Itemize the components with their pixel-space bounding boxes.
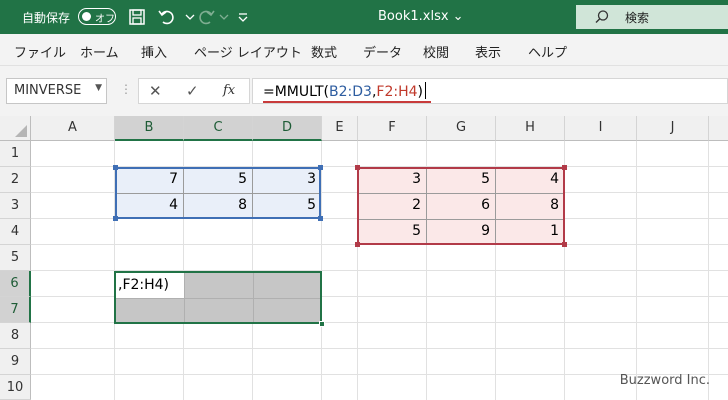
- save-icon[interactable]: [127, 7, 147, 27]
- row-header-7[interactable]: 7: [0, 297, 31, 323]
- worksheet-grid[interactable]: A B C D E F G H I J 1 2 3 4 5 6 7 8 9 10…: [0, 116, 728, 400]
- cell-g4[interactable]: 9: [427, 219, 496, 244]
- row-header-6[interactable]: 6: [0, 271, 31, 297]
- file-name[interactable]: Book1.xlsx ⌄: [378, 9, 464, 24]
- tab-view[interactable]: 表示: [475, 42, 501, 61]
- tab-file[interactable]: ファイル: [14, 42, 66, 61]
- col-header-d[interactable]: D: [253, 116, 322, 141]
- customize-toolbar-icon[interactable]: [233, 7, 253, 27]
- tab-data[interactable]: データ: [363, 42, 402, 61]
- gridline: [31, 348, 728, 349]
- formula-bar: MINVERSE ▼ ⋮ ✕ ✓ fx =MMULT(B2:D3,F2:H4): [0, 66, 728, 116]
- range-handle[interactable]: [562, 165, 567, 170]
- formula-ref-blue: B2:D3: [329, 84, 372, 100]
- row-header-10[interactable]: 10: [0, 375, 31, 400]
- cell-c3[interactable]: 8: [184, 193, 253, 218]
- formula-underline: [263, 101, 431, 103]
- select-all-icon: [15, 125, 27, 137]
- cell-h2[interactable]: 4: [496, 167, 565, 192]
- search-icon: [595, 10, 609, 24]
- file-name-arrow: ⌄: [452, 9, 464, 24]
- tab-review[interactable]: 校閲: [423, 42, 449, 61]
- enter-icon[interactable]: ✓: [186, 82, 199, 100]
- name-box-value: MINVERSE: [14, 83, 82, 98]
- cell-h4[interactable]: 1: [496, 219, 565, 244]
- formula-buttons: ✕ ✓ fx: [138, 78, 250, 104]
- row-header-3[interactable]: 3: [0, 193, 31, 219]
- col-header-f[interactable]: F: [358, 116, 427, 141]
- cell-f4[interactable]: 5: [358, 219, 427, 244]
- tab-insert[interactable]: 挿入: [141, 42, 167, 61]
- tab-formulas[interactable]: 数式: [311, 42, 337, 61]
- autosave-toggle[interactable]: オフ: [78, 8, 116, 25]
- search-label: 検索: [625, 11, 650, 25]
- row-header-1[interactable]: 1: [0, 141, 31, 167]
- col-header-g[interactable]: G: [427, 116, 496, 141]
- toggle-state: オフ: [95, 14, 115, 25]
- row-header-9[interactable]: 9: [0, 349, 31, 375]
- file-name-text: Book1.xlsx: [378, 9, 449, 24]
- col-header-e[interactable]: E: [322, 116, 358, 141]
- col-header-h[interactable]: H: [496, 116, 565, 141]
- cell-c2[interactable]: 5: [184, 167, 253, 192]
- cell-g3[interactable]: 6: [427, 193, 496, 218]
- range-handle[interactable]: [355, 165, 360, 170]
- active-cell-b6[interactable]: ,F2:H4): [116, 273, 184, 298]
- range-handle[interactable]: [562, 242, 567, 247]
- search-box[interactable]: 検索: [576, 5, 728, 29]
- insert-function-icon[interactable]: fx: [223, 83, 235, 98]
- formula-bar-grip-icon[interactable]: ⋮: [120, 82, 132, 96]
- tab-page-layout[interactable]: ページ レイアウト: [194, 42, 302, 61]
- col-header-b[interactable]: B: [115, 116, 184, 141]
- col-header-k[interactable]: [709, 116, 728, 141]
- name-box-dropdown-icon[interactable]: ▼: [95, 83, 102, 93]
- redo-dropdown-icon[interactable]: [214, 7, 234, 27]
- text-cursor: [425, 82, 426, 99]
- col-header-j[interactable]: J: [637, 116, 709, 141]
- cell-h3[interactable]: 8: [496, 193, 565, 218]
- range-handle[interactable]: [318, 165, 323, 170]
- ribbon-tabs: ファイル ホーム 挿入 ページ レイアウト 数式 データ 校閲 表示 ヘルプ: [0, 34, 728, 66]
- cell-divider: [116, 298, 320, 299]
- cancel-icon[interactable]: ✕: [149, 82, 162, 100]
- col-header-c[interactable]: C: [184, 116, 253, 141]
- formula-prefix: =MMULT(: [263, 84, 330, 100]
- toggle-knob: [82, 11, 91, 21]
- formula-suffix: ): [417, 84, 423, 100]
- tab-help[interactable]: ヘルプ: [528, 42, 567, 61]
- redo-icon[interactable]: [196, 7, 216, 27]
- cell-b3[interactable]: 4: [115, 193, 184, 218]
- row-header-5[interactable]: 5: [0, 245, 31, 271]
- select-all-corner[interactable]: [0, 116, 31, 141]
- range-handle[interactable]: [318, 216, 323, 221]
- autosave-label: 自動保存: [22, 11, 71, 25]
- cell-d3[interactable]: 5: [253, 193, 322, 218]
- row-header-4[interactable]: 4: [0, 219, 31, 245]
- tab-home[interactable]: ホーム: [80, 42, 119, 61]
- title-bar: 自動保存 オフ Book1.xlsx ⌄ 検索: [0, 0, 728, 34]
- cell-g2[interactable]: 5: [427, 167, 496, 192]
- col-header-i[interactable]: I: [565, 116, 637, 141]
- range-handle[interactable]: [113, 216, 118, 221]
- col-header-a[interactable]: A: [31, 116, 115, 141]
- cell-f2[interactable]: 3: [358, 167, 427, 192]
- cell-d2[interactable]: 3: [253, 167, 322, 192]
- range-handle[interactable]: [113, 165, 118, 170]
- name-box[interactable]: MINVERSE ▼: [6, 78, 107, 104]
- undo-icon[interactable]: [157, 7, 177, 27]
- cell-f3[interactable]: 2: [358, 193, 427, 218]
- row-header-8[interactable]: 8: [0, 323, 31, 349]
- watermark: Buzzword Inc.: [619, 373, 710, 388]
- fill-handle[interactable]: [319, 321, 325, 327]
- row-header-2[interactable]: 2: [0, 167, 31, 193]
- cell-b2[interactable]: 7: [115, 167, 184, 192]
- range-handle[interactable]: [355, 242, 360, 247]
- formula-ref-red: F2:H4: [376, 84, 418, 100]
- formula-input[interactable]: =MMULT(B2:D3,F2:H4): [252, 78, 728, 104]
